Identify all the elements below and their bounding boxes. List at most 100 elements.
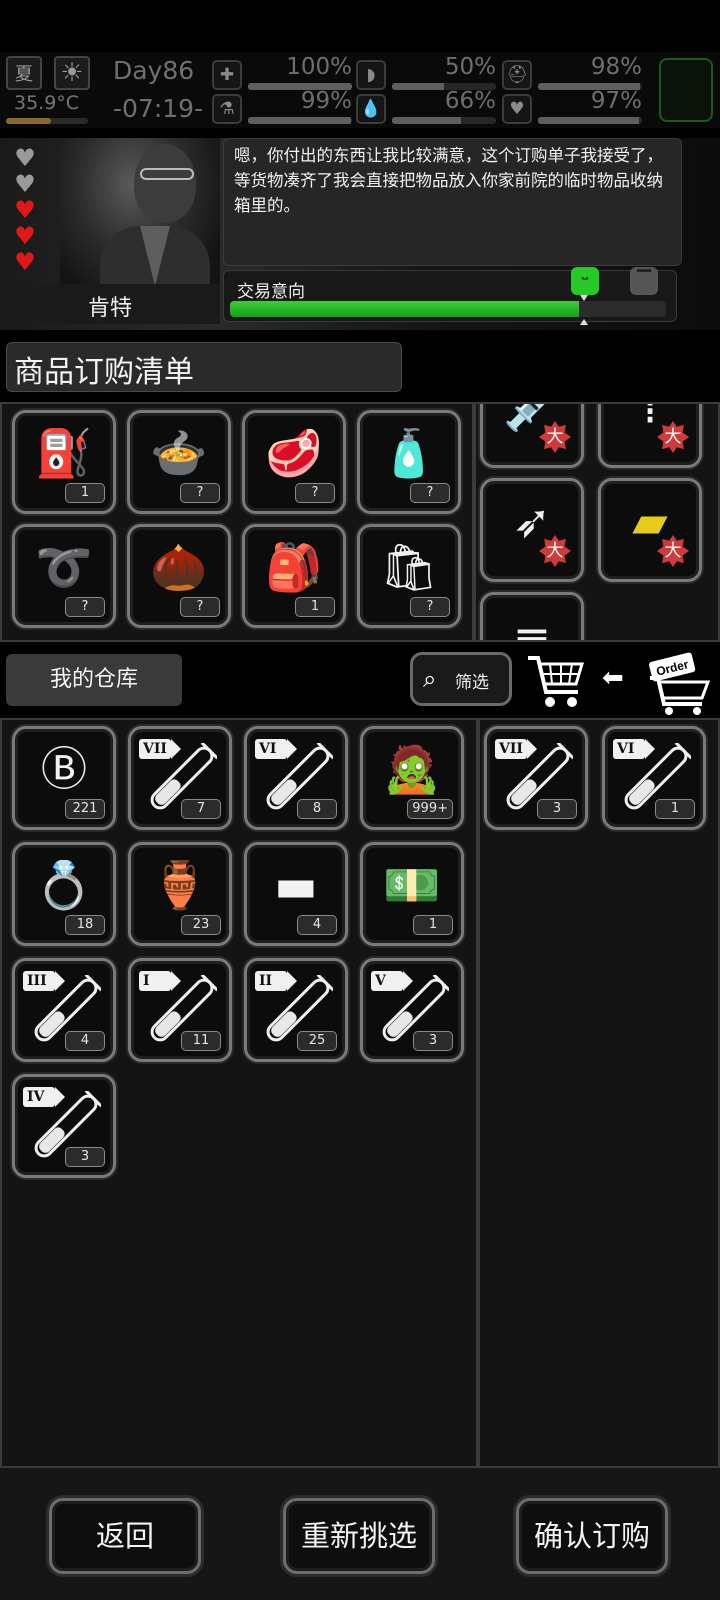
item-count: 8 xyxy=(297,799,337,819)
item-count: 1 xyxy=(65,483,105,503)
rope-icon: ➰ xyxy=(35,540,93,594)
flask-icon: ⚗ xyxy=(212,94,242,124)
backpack-icon: 🎒 xyxy=(265,540,323,594)
sun-icon: ☀ xyxy=(54,56,90,90)
potion-grade-label: III xyxy=(23,971,65,991)
item-slot-pot[interactable]: 🍲? xyxy=(127,410,231,514)
potion-grade-label: V xyxy=(371,971,413,991)
offer-panel: VII 3 VI 1 xyxy=(478,718,720,1468)
item-slot-potion-i[interactable]: I 11 xyxy=(128,958,232,1062)
item-slot-potion-vi[interactable]: VI 1 xyxy=(602,726,706,830)
item-slot-partial-item[interactable]: ═ xyxy=(480,592,584,640)
item-slot-potion-vi[interactable]: VI 8 xyxy=(244,726,348,830)
item-slot-seeds[interactable]: 🌰? xyxy=(127,524,231,628)
trade-intent-panel: 交易意向 ᵕ ▔ xyxy=(223,267,677,325)
item-slot-water-bottle[interactable]: 🧴? xyxy=(357,410,461,514)
ammo-icon: ⁞ xyxy=(642,402,658,434)
item-slot-rope[interactable]: ➰? xyxy=(12,524,116,628)
back-button[interactable]: 返回 xyxy=(49,1498,201,1574)
item-slot-gold-bars[interactable]: ▬ 4 xyxy=(244,842,348,946)
item-count: 11 xyxy=(181,1031,221,1051)
item-count: 4 xyxy=(297,915,337,935)
stat-thirst: 💧 66% xyxy=(356,88,496,126)
stat-value: 50% xyxy=(444,54,496,80)
item-slot-meat[interactable]: 🥩? xyxy=(242,410,346,514)
season-indicator: 夏 xyxy=(6,56,42,90)
filter-button[interactable]: ⌕ 筛选 xyxy=(410,652,512,706)
water-drop-icon: 💧 xyxy=(356,94,386,124)
casino-chip-icon: Ⓑ xyxy=(41,742,87,796)
stat-value: 99% xyxy=(300,88,352,114)
heart-icon: ♥ xyxy=(502,94,532,124)
day-counter: Day86 xyxy=(113,56,195,85)
order-list-title: 商品订购清单 xyxy=(6,342,402,392)
affection-heart-icon: ♥ xyxy=(14,248,36,276)
stat-armor: ⛑ 98% xyxy=(502,54,642,92)
neutral-face-icon: ▔ xyxy=(630,267,658,295)
reselect-button[interactable]: 重新挑选 xyxy=(283,1498,435,1574)
action-bar: 返回 重新挑选 确认订购 xyxy=(0,1468,720,1600)
item-count: 3 xyxy=(537,799,577,819)
item-slot-potion-v[interactable]: V3 xyxy=(360,958,464,1062)
order-list-panel: ⛽ 1 🍲? 🥩? 🧴? ➰? 🌰? 🎒 1 🛍? xyxy=(0,402,474,642)
item-slot-backpack[interactable]: 🎒 1 xyxy=(242,524,346,628)
magnifier-icon: ⌕ xyxy=(423,665,437,693)
order-cart-icon[interactable]: Order xyxy=(642,650,714,716)
item-slot-ammo[interactable]: ⁞ 大 xyxy=(598,402,702,468)
item-count: 4 xyxy=(65,1031,105,1051)
bullets-icon: ➶ xyxy=(512,494,552,548)
stat-value: 66% xyxy=(444,88,496,114)
npc-name: 肯特 xyxy=(87,296,132,321)
item-count: 221 xyxy=(65,799,105,819)
item-count: ? xyxy=(410,597,450,617)
item-slot-potion-ii[interactable]: II 25 xyxy=(244,958,348,1062)
item-count: 1 xyxy=(655,799,695,819)
water-bottle-icon: 🧴 xyxy=(380,426,438,480)
item-slot-fuel-can[interactable]: ⛽ 1 xyxy=(12,410,116,514)
potion-grade-label: VI xyxy=(613,739,655,759)
item-count: 25 xyxy=(297,1031,337,1051)
item-slot-potion-vii[interactable]: VII 7 xyxy=(128,726,232,830)
temperature: 35.9°C xyxy=(14,92,80,114)
trade-intent-label: 交易意向 xyxy=(237,282,305,302)
item-count: 999+ xyxy=(407,799,453,819)
item-slot-syringe[interactable]: 💉 大 xyxy=(480,404,584,468)
groceries-bag-icon: 🛍 xyxy=(379,540,439,594)
item-slot-diamond-ring[interactable]: 💍 18 xyxy=(12,842,116,946)
game-clock: -07:19- xyxy=(113,94,204,123)
event-slot[interactable] xyxy=(659,58,713,122)
item-slot-casino-chip[interactable]: Ⓑ 221 xyxy=(12,726,116,830)
gold-bars-icon: ▬ xyxy=(274,858,318,912)
item-slot-cash-stack[interactable]: 💵 1 xyxy=(360,842,464,946)
item-slot-potion-iv[interactable]: IV 3 xyxy=(12,1074,116,1178)
item-slot-bullets[interactable]: ➶ 大 xyxy=(480,478,584,582)
item-count: 3 xyxy=(413,1031,453,1051)
helmet-icon: ⛑ xyxy=(502,60,532,90)
npc-name-plate: 肯特 xyxy=(0,284,220,324)
item-count: 1 xyxy=(295,597,335,617)
shopping-cart-icon[interactable] xyxy=(524,650,588,714)
stat-bar xyxy=(392,117,496,124)
potion-grade-label: IV xyxy=(23,1087,65,1107)
item-slot-potion-vii[interactable]: VII 3 xyxy=(484,726,588,830)
stat-value: 98% xyxy=(590,54,642,80)
stat-bar xyxy=(538,117,642,124)
cash-stack-icon: 💵 xyxy=(383,858,441,912)
trade-threshold-marker xyxy=(580,295,588,325)
item-slot-gold-plate[interactable]: ▰ 大 xyxy=(598,478,702,582)
item-slot-vase[interactable]: 🏺 23 xyxy=(128,842,232,946)
item-slot-groceries-bag[interactable]: 🛍? xyxy=(357,524,461,628)
item-slot-potion-iii[interactable]: III 4 xyxy=(12,958,116,1062)
item-count: ? xyxy=(65,597,105,617)
item-count: 7 xyxy=(181,799,221,819)
stat-hunger: ◗ 50% xyxy=(356,54,496,92)
zombie-card-icon: 🧟 xyxy=(383,742,441,796)
npc-panel: ♥ ♥ ♥ ♥ ♥ 肯特 嗯，你付出的东西让我比较满意，这个订购单子我接受了，等货物凑齐… xyxy=(0,138,720,330)
confirm-order-button[interactable]: 确认订购 xyxy=(516,1498,668,1574)
affection-heart-icon: ♥ xyxy=(14,170,36,198)
item-count: ? xyxy=(180,483,220,503)
potion-grade-label: I xyxy=(139,971,181,991)
stat-sanity: ⚗ 99% xyxy=(212,88,352,126)
order-extras-panel[interactable]: 💉 大 ⁞ 大 ➶ 大 ▰ 大 ═ xyxy=(474,402,720,642)
item-slot-zombie-card[interactable]: 🧟 999+ xyxy=(360,726,464,830)
